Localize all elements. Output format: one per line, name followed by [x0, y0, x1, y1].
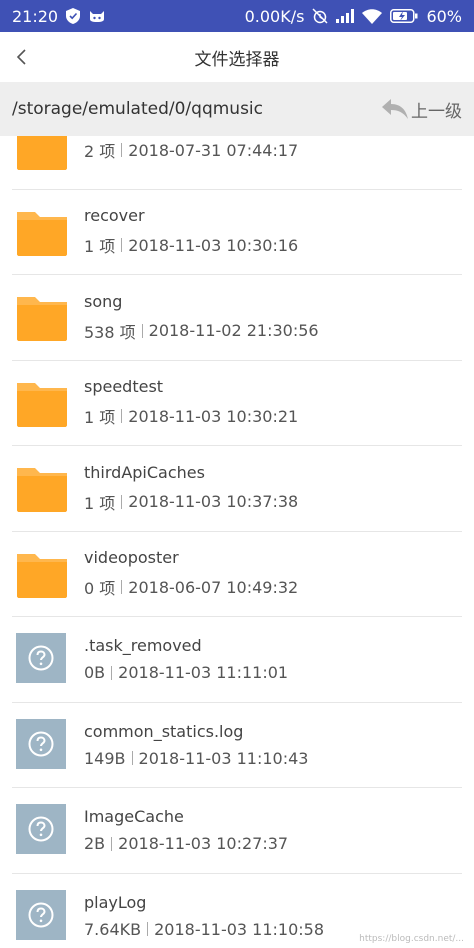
file-row[interactable]: recover 1 项 2018-11-03 10:30:16: [12, 190, 462, 275]
shield-icon: [66, 8, 81, 24]
file-date: 2018-11-03 10:37:38: [128, 492, 299, 512]
file-name: thirdApiCaches: [84, 462, 205, 482]
file-row[interactable]: 2 项 2018-07-31 07:44:17: [12, 136, 462, 190]
current-path: /storage/emulated/0/qqmusic: [12, 99, 263, 119]
network-speed: 0.00K/s: [244, 6, 305, 26]
file-name: recover: [84, 206, 145, 226]
file-name: videoposter: [84, 548, 179, 568]
meta-divider: [121, 143, 123, 158]
file-size: 1 项: [84, 237, 116, 257]
meta-divider: [121, 580, 123, 595]
file-date: 2018-11-03 11:10:43: [138, 748, 309, 768]
file-name: speedtest: [84, 377, 164, 397]
file-row[interactable]: speedtest 1 项 2018-11-03 10:30:21: [12, 361, 462, 446]
unknown-file-icon: [16, 718, 68, 771]
back-button[interactable]: [2, 32, 42, 82]
meta-divider: [147, 922, 149, 937]
meta-divider: [121, 409, 123, 424]
folder-icon: [16, 136, 68, 172]
folder-icon: [16, 377, 68, 429]
parent-directory-button[interactable]: 上一级: [381, 97, 462, 122]
file-size: 1 项: [84, 408, 116, 428]
file-row[interactable]: thirdApiCaches 1 项 2018-11-03 10:37:38: [12, 446, 462, 532]
file-name: song: [84, 291, 123, 311]
parent-directory-label: 上一级: [411, 101, 462, 122]
file-row[interactable]: videoposter 0 项 2018-06-07 10:49:32: [12, 532, 462, 617]
meta-divider: [121, 494, 123, 509]
wifi-icon: [362, 8, 383, 24]
alarm-off-icon: [312, 8, 328, 24]
meta-divider: [121, 238, 123, 253]
app-header: 文件选择器: [0, 32, 474, 82]
signal-icon: [336, 9, 355, 23]
file-size: 538 项: [84, 322, 136, 342]
chevron-left-icon: [16, 49, 26, 65]
file-size: 2 项: [84, 142, 116, 162]
file-name: playLog: [84, 892, 147, 912]
file-date: 2018-11-03 10:27:37: [118, 834, 289, 854]
watermark: https://blog.csdn.net/...: [359, 934, 464, 944]
path-bar: /storage/emulated/0/qqmusic 上一级: [0, 82, 474, 136]
file-name: ImageCache: [84, 807, 184, 827]
unknown-file-icon: [16, 633, 68, 685]
file-row[interactable]: ImageCache 2B 2018-11-03 10:27:37: [12, 788, 462, 874]
file-size: 0 项: [84, 579, 116, 599]
file-row[interactable]: song 538 项 2018-11-02 21:30:56: [12, 275, 462, 361]
file-size: 7.64KB: [84, 919, 142, 939]
file-date: 2018-11-03 11:10:58: [154, 919, 325, 939]
folder-icon: [16, 548, 68, 600]
status-bar: 21:20 0.00K/s 60%: [0, 0, 474, 32]
file-date: 2018-11-03 11:11:01: [118, 663, 289, 683]
unknown-file-icon: [16, 804, 68, 856]
meta-divider: [111, 665, 113, 680]
file-date: 2018-11-02 21:30:56: [148, 321, 319, 341]
meta-divider: [141, 323, 143, 338]
status-time: 21:20: [12, 6, 59, 26]
file-date: 2018-06-07 10:49:32: [128, 577, 299, 597]
folder-icon: [16, 291, 68, 343]
file-size: 2B: [84, 834, 106, 854]
file-row[interactable]: .task_removed 0B 2018-11-03 11:11:01: [12, 617, 462, 703]
file-date: 2018-11-03 10:30:16: [128, 235, 299, 255]
meta-divider: [111, 836, 113, 851]
file-name: .task_removed: [84, 636, 202, 656]
unknown-file-icon: [16, 889, 68, 942]
file-date: 2018-07-31 07:44:17: [128, 140, 299, 160]
file-date: 2018-11-03 10:30:21: [128, 406, 299, 426]
file-size: 1 项: [84, 493, 116, 513]
undo-arrow-icon: [382, 99, 408, 119]
folder-icon: [16, 462, 68, 514]
folder-icon: [16, 206, 68, 258]
cat-icon: [88, 9, 106, 23]
file-name: common_statics.log: [84, 721, 244, 741]
file-row[interactable]: common_statics.log 149B 2018-11-03 11:10:4…: [12, 703, 462, 788]
battery-icon: [390, 9, 418, 23]
page-title: 文件选择器: [194, 49, 280, 70]
battery-level: 60%: [426, 6, 462, 26]
meta-divider: [131, 751, 133, 766]
file-size: 0B: [84, 663, 106, 683]
file-size: 149B: [84, 748, 126, 768]
file-list[interactable]: 2 项 2018-07-31 07:44:17 recover 1 项 2018-11-…: [0, 136, 474, 948]
